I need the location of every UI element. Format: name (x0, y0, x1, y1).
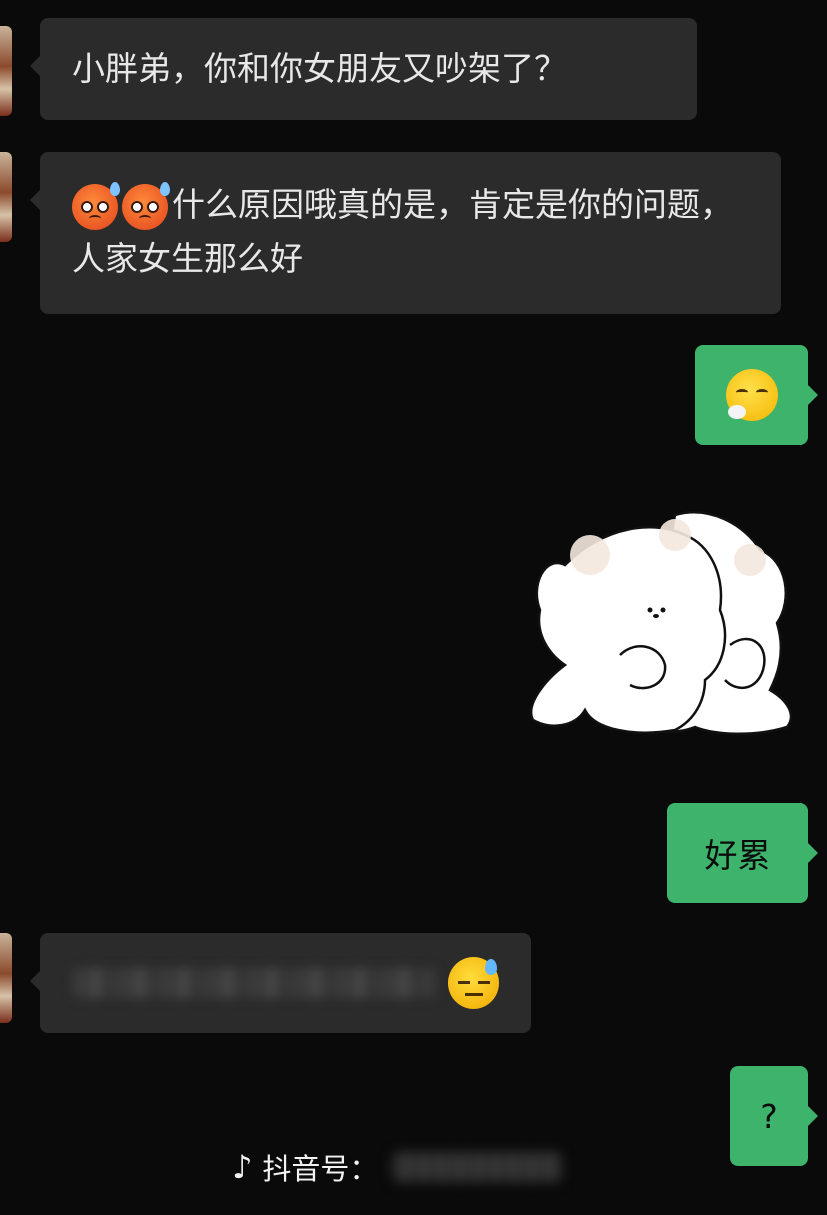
sweat-face-icon (447, 957, 499, 1009)
message-text: ? (760, 1096, 778, 1136)
message-6 (0, 933, 827, 1037)
avatar[interactable] (0, 933, 12, 1023)
outgoing-bubble[interactable]: 好累 (667, 803, 818, 903)
watermark: ♪ 抖音号： (232, 1146, 563, 1188)
message-text: 好累 (704, 836, 771, 875)
message-text: 什么原因哦真的是，肯定是你的问题，人家女生那么好 (72, 185, 733, 278)
outgoing-bubble[interactable] (695, 345, 818, 445)
message-1: 小胖弟，你和你女朋友又吵架了？ (0, 18, 827, 122)
avatar[interactable] (0, 26, 12, 116)
message-text: 小胖弟，你和你女朋友又吵架了？ (72, 49, 567, 88)
hot-face-icon (122, 181, 170, 230)
hot-face-icon (72, 181, 120, 230)
incoming-bubble[interactable]: 什么原因哦真的是，肯定是你的问题，人家女生那么好 (30, 152, 781, 314)
blurred-account-id (392, 1152, 563, 1182)
sticker-message[interactable] (525, 505, 800, 745)
avatar[interactable] (0, 152, 12, 242)
tiktok-icon: ♪ (232, 1148, 253, 1186)
incoming-bubble[interactable]: 小胖弟，你和你女朋友又吵架了？ (30, 18, 697, 120)
sighing-face-icon (725, 369, 778, 421)
incoming-bubble[interactable] (30, 933, 531, 1033)
hugging-bears-sticker (530, 511, 793, 735)
blurred-message-text (72, 968, 436, 998)
outgoing-bubble[interactable]: ? (730, 1066, 818, 1166)
watermark-label: 抖音号： (262, 1152, 379, 1186)
message-2: 什么原因哦真的是，肯定是你的问题，人家女生那么好 (0, 152, 827, 316)
